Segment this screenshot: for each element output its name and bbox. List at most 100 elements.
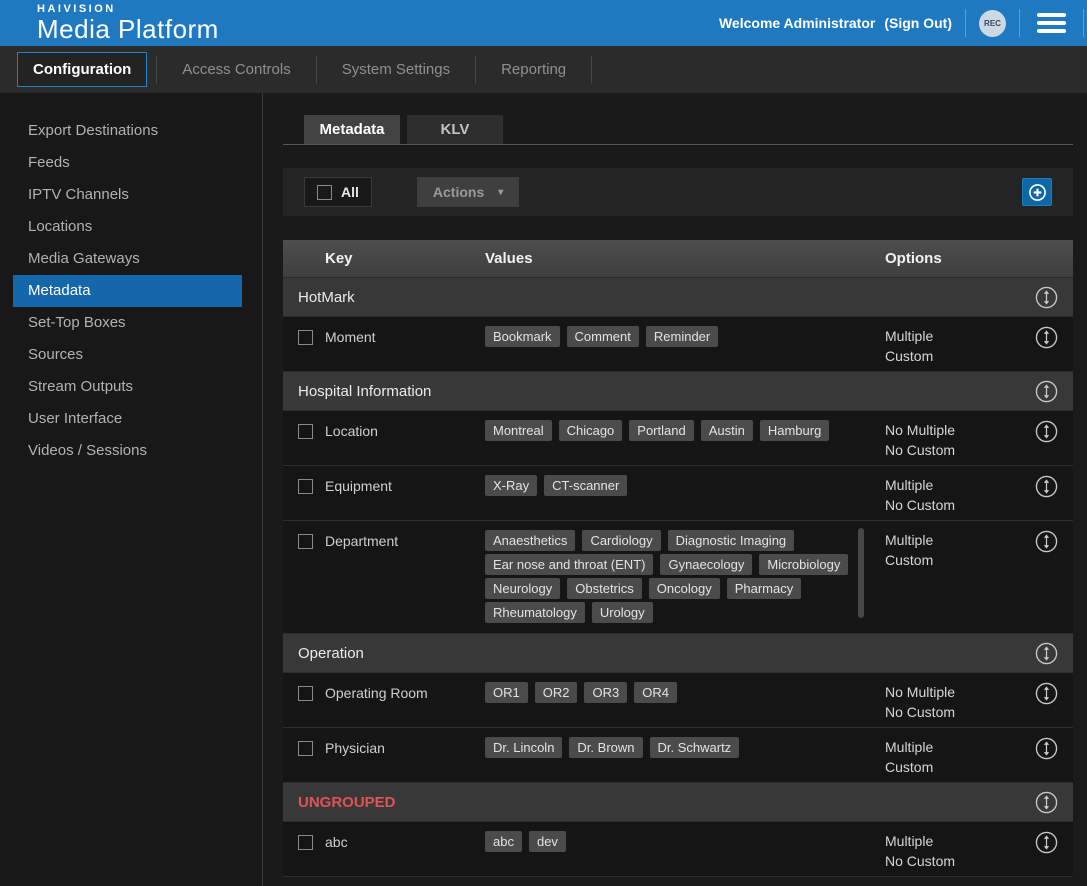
sidebar-item-media-gateways[interactable]: Media Gateways xyxy=(13,243,242,275)
option-flag: No Custom xyxy=(885,702,1024,722)
actions-label: Actions xyxy=(433,184,484,200)
move-group-handle[interactable] xyxy=(1035,380,1071,403)
select-all-checkbox[interactable] xyxy=(317,185,332,200)
option-flag: Custom xyxy=(885,757,1024,777)
select-all-label: All xyxy=(341,184,359,200)
nav-divider xyxy=(316,56,317,84)
group-header-hotmark: HotMark xyxy=(283,277,1073,316)
nav-tab-reporting[interactable]: Reporting xyxy=(485,52,582,87)
sidebar-item-user-interface[interactable]: User Interface xyxy=(13,403,242,435)
value-chip: Gynaecology xyxy=(660,554,752,575)
move-row-handle[interactable] xyxy=(1035,530,1071,553)
move-group-handle[interactable] xyxy=(1035,642,1071,665)
option-flag: Multiple xyxy=(885,326,1024,346)
sidebar-item-videos-sessions[interactable]: Videos / Sessions xyxy=(13,435,242,467)
move-up-down-icon xyxy=(1035,530,1058,553)
nav-tab-system-settings[interactable]: System Settings xyxy=(326,52,466,87)
sign-out-link[interactable]: (Sign Out) xyxy=(884,15,952,31)
values-list: Anaesthetics Cardiology Diagnostic Imagi… xyxy=(485,521,874,633)
key-name: Equipment xyxy=(325,466,474,494)
move-row-handle[interactable] xyxy=(1035,682,1071,705)
welcome-text: Welcome Administrator xyxy=(719,15,875,31)
column-header-options: Options xyxy=(885,250,1024,267)
row-checkbox[interactable] xyxy=(298,835,313,850)
move-up-down-icon xyxy=(1035,420,1058,443)
sidebar-item-sources[interactable]: Sources xyxy=(13,339,242,371)
value-chip: Neurology xyxy=(485,578,560,599)
key-name: Physician xyxy=(325,728,474,756)
row-checkbox[interactable] xyxy=(298,741,313,756)
table-header-row: Key Values Options xyxy=(283,240,1073,277)
values-list: Dr. Lincoln Dr. Brown Dr. Schwartz xyxy=(485,728,874,768)
value-chip: Oncology xyxy=(649,578,720,599)
move-up-down-icon xyxy=(1035,682,1058,705)
row-checkbox[interactable] xyxy=(298,479,313,494)
select-all-button[interactable]: All xyxy=(304,177,372,207)
value-chip: Reminder xyxy=(646,326,718,347)
tab-metadata[interactable]: Metadata xyxy=(304,115,400,144)
option-flag: No Multiple xyxy=(885,420,1024,440)
value-chip: Portland xyxy=(629,420,693,441)
sidebar-item-export-destinations[interactable]: Export Destinations xyxy=(13,115,242,147)
tab-klv[interactable]: KLV xyxy=(407,115,503,144)
nav-divider xyxy=(475,56,476,84)
primary-nav: Configuration Access Controls System Set… xyxy=(0,46,1087,93)
brand-logo[interactable]: HAIVISION Media Platform xyxy=(37,4,219,42)
row-checkbox[interactable] xyxy=(298,686,313,701)
group-name: UNGROUPED xyxy=(298,794,1024,811)
metadata-row-abc: abc abc dev MultipleNo Custom xyxy=(283,821,1073,876)
move-group-handle[interactable] xyxy=(1035,791,1071,814)
options-flags: MultipleCustom xyxy=(885,317,1024,366)
value-chip: Rheumatology xyxy=(485,602,585,623)
sidebar-item-stream-outputs[interactable]: Stream Outputs xyxy=(13,371,242,403)
nav-tab-access-controls[interactable]: Access Controls xyxy=(166,52,306,87)
move-row-handle[interactable] xyxy=(1035,831,1071,854)
value-chip: X-Ray xyxy=(485,475,537,496)
hamburger-menu-icon[interactable] xyxy=(1033,11,1070,35)
sidebar-item-locations[interactable]: Locations xyxy=(13,211,242,243)
add-metadata-button[interactable] xyxy=(1022,178,1052,206)
value-chip: Dr. Brown xyxy=(569,737,642,758)
sidebar-item-set-top-boxes[interactable]: Set-Top Boxes xyxy=(13,307,242,339)
actions-dropdown[interactable]: Actions ▾ xyxy=(417,177,519,207)
move-up-down-icon xyxy=(1035,286,1058,309)
value-chip: Dr. Schwartz xyxy=(650,737,740,758)
options-flags: No MultipleNo Custom xyxy=(885,673,1024,722)
value-chip: Anaesthetics xyxy=(485,530,575,551)
move-row-handle[interactable] xyxy=(1035,475,1071,498)
group-header-ungrouped: UNGROUPED xyxy=(283,782,1073,821)
column-header-values: Values xyxy=(485,250,874,267)
sidebar-item-feeds[interactable]: Feeds xyxy=(13,147,242,179)
row-checkbox[interactable] xyxy=(298,534,313,549)
option-flag: No Custom xyxy=(885,440,1024,460)
key-name: abc xyxy=(325,822,474,850)
value-chip: OR2 xyxy=(535,682,578,703)
options-flags: MultipleCustom xyxy=(885,521,1024,570)
key-name: Moment xyxy=(325,317,474,345)
value-chip: OR3 xyxy=(584,682,627,703)
metadata-row-department: Department Anaesthetics Cardiology Diagn… xyxy=(283,520,1073,633)
nav-tab-configuration[interactable]: Configuration xyxy=(17,52,147,87)
row-checkbox[interactable] xyxy=(298,424,313,439)
sidebar-item-metadata[interactable]: Metadata xyxy=(13,275,242,307)
option-flag: No Multiple xyxy=(885,682,1024,702)
move-row-handle[interactable] xyxy=(1035,326,1071,349)
move-group-handle[interactable] xyxy=(1035,286,1071,309)
value-chip: Austin xyxy=(701,420,753,441)
move-row-handle[interactable] xyxy=(1035,420,1071,443)
option-flag: Multiple xyxy=(885,737,1024,757)
metadata-tabs: Metadata KLV xyxy=(283,115,1073,145)
values-scrollbar[interactable] xyxy=(858,528,864,618)
move-up-down-icon xyxy=(1035,380,1058,403)
sidebar-item-iptv-channels[interactable]: IPTV Channels xyxy=(13,179,242,211)
row-checkbox[interactable] xyxy=(298,330,313,345)
rec-badge[interactable]: REC xyxy=(979,10,1006,37)
move-up-down-icon xyxy=(1035,642,1058,665)
key-name: Location xyxy=(325,411,474,439)
nav-divider xyxy=(591,56,592,84)
move-row-handle[interactable] xyxy=(1035,737,1071,760)
metadata-table: Key Values Options HotMark Moment Bookma… xyxy=(283,240,1073,877)
header-divider xyxy=(965,9,966,37)
chevron-down-icon: ▾ xyxy=(498,187,503,198)
value-chip: Montreal xyxy=(485,420,552,441)
